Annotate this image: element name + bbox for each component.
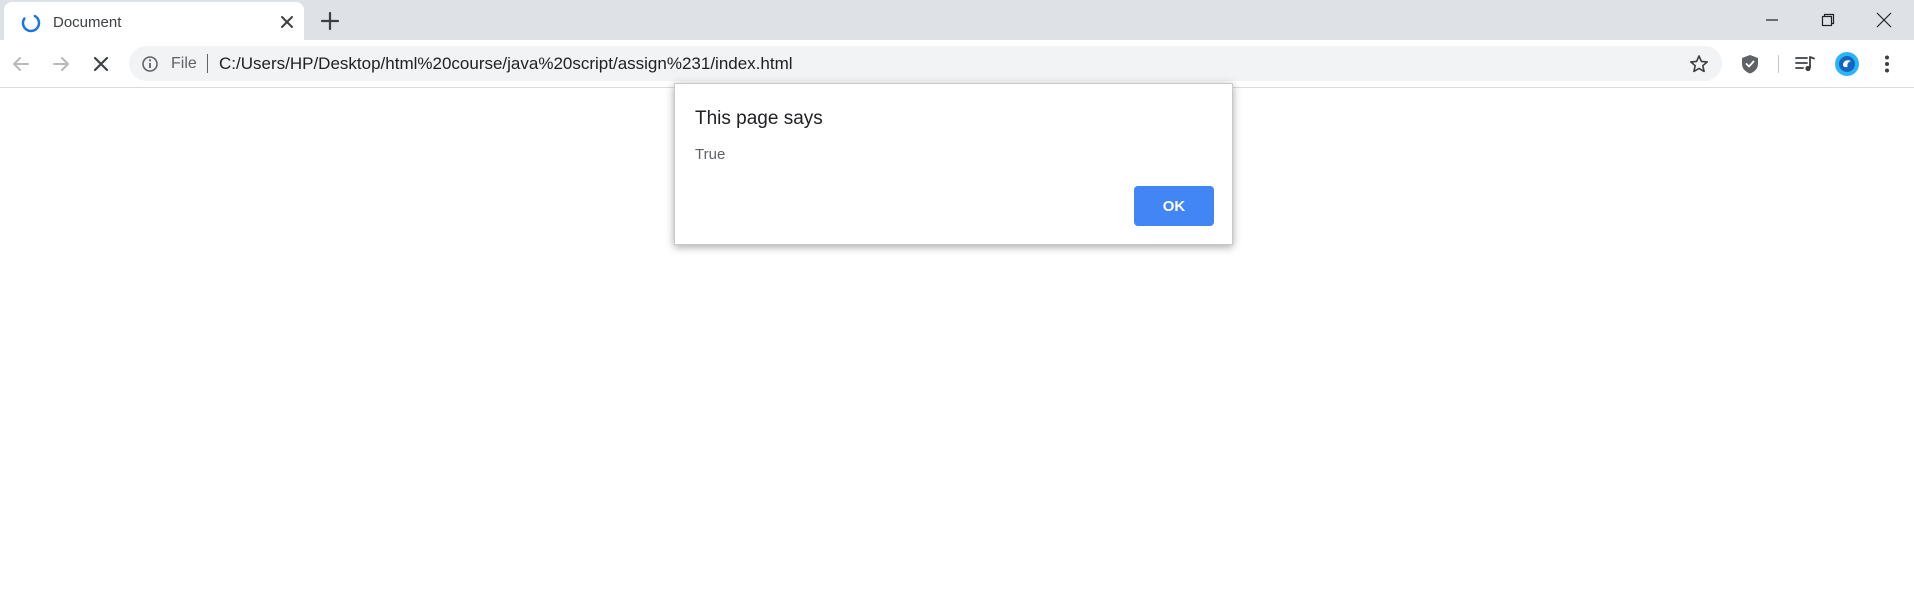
url-text[interactable]: C:/Users/HP/Desktop/html%20course/java%2… <box>219 54 793 74</box>
restore-icon <box>1821 13 1835 27</box>
scheme-label: File <box>171 55 197 72</box>
forward-arrow-icon <box>53 57 69 71</box>
alert-dialog: This page says True OK <box>674 83 1233 245</box>
scheme-divider <box>207 54 208 73</box>
dialog-title: This page says <box>695 108 823 129</box>
profile-button[interactable] <box>1833 50 1861 78</box>
dialog-message: True <box>695 146 726 163</box>
spinner-icon <box>21 13 41 33</box>
back-arrow-icon <box>13 57 29 71</box>
star-icon[interactable] <box>1689 54 1709 74</box>
back-button[interactable] <box>7 50 35 78</box>
tab-title: Document <box>53 14 122 31</box>
menu-button[interactable] <box>1873 50 1901 78</box>
profile-avatar-icon <box>1835 52 1859 76</box>
shield-extension-icon <box>1742 55 1758 74</box>
window-close-icon <box>1876 12 1892 28</box>
restore-button[interactable] <box>1805 6 1851 34</box>
media-control-button[interactable] <box>1791 50 1819 78</box>
address-bar[interactable]: File C:/Users/HP/Desktop/html%20course/j… <box>129 46 1722 81</box>
media-control-icon <box>1795 56 1815 72</box>
extension-button[interactable] <box>1736 50 1764 78</box>
toolbar-divider <box>1778 55 1779 73</box>
browser-toolbar: File C:/Users/HP/Desktop/html%20course/j… <box>0 40 1914 88</box>
info-icon[interactable] <box>141 55 159 73</box>
stop-icon <box>93 56 109 72</box>
stop-button[interactable] <box>87 50 115 78</box>
more-vert-icon <box>1885 55 1889 73</box>
browser-tab[interactable]: Document <box>4 2 304 40</box>
plus-icon[interactable] <box>319 10 341 32</box>
ok-button[interactable]: OK <box>1134 186 1214 226</box>
minimize-icon <box>1766 19 1778 21</box>
minimize-button[interactable] <box>1749 6 1795 34</box>
tab-strip: Document <box>0 0 1914 40</box>
close-icon[interactable] <box>278 13 296 31</box>
window-close-button[interactable] <box>1861 6 1907 34</box>
forward-button[interactable] <box>47 50 75 78</box>
